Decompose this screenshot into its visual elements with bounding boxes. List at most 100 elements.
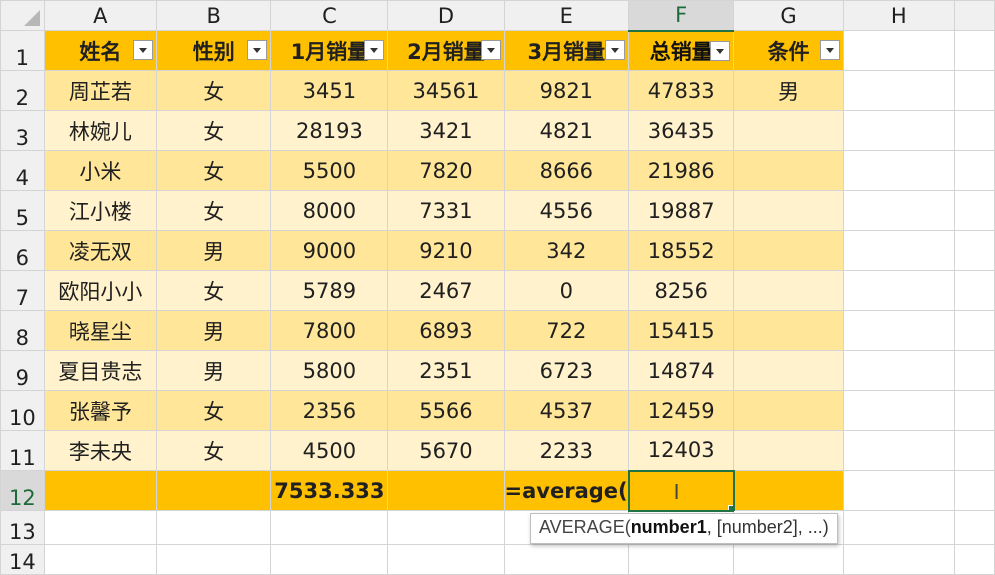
cell-mar[interactable]: 2233 <box>503 430 630 471</box>
cell[interactable] <box>43 510 158 545</box>
cell-condition[interactable] <box>733 390 844 431</box>
cell-total[interactable]: 47833 <box>628 70 735 111</box>
cell-jan[interactable]: 4500 <box>270 430 389 471</box>
column-header-a[interactable]: A <box>43 0 158 31</box>
cell-gender[interactable]: 女 <box>156 270 272 311</box>
cell-name[interactable]: 凌无双 <box>43 230 158 271</box>
cell-gender[interactable]: 女 <box>156 430 272 471</box>
cell-total[interactable]: 12459 <box>628 390 735 431</box>
column-header-d[interactable]: D <box>387 0 505 31</box>
cell-condition[interactable] <box>733 110 844 151</box>
row-header-1[interactable]: 1 <box>0 30 45 71</box>
cell[interactable] <box>842 150 955 191</box>
cell-condition[interactable] <box>733 430 844 471</box>
cell[interactable] <box>842 470 955 511</box>
column-header-h[interactable]: H <box>842 0 955 31</box>
cell-feb[interactable]: 5670 <box>387 430 505 471</box>
row-header-10[interactable]: 10 <box>0 390 45 431</box>
cell-mar[interactable]: 4556 <box>503 190 630 231</box>
cell[interactable] <box>953 230 995 271</box>
cell-feb[interactable]: 6893 <box>387 310 505 351</box>
row-header-5[interactable]: 5 <box>0 190 45 231</box>
row-header-3[interactable]: 3 <box>0 110 45 151</box>
cell[interactable] <box>953 510 995 545</box>
cell-gender[interactable]: 女 <box>156 190 272 231</box>
totals-cell-b[interactable] <box>156 470 272 511</box>
column-header-c[interactable]: C <box>270 0 389 31</box>
cell[interactable] <box>953 544 995 575</box>
cell-name[interactable]: 晓星尘 <box>43 310 158 351</box>
cell-feb[interactable]: 34561 <box>387 70 505 111</box>
cell[interactable] <box>43 544 158 575</box>
cell-feb[interactable]: 5566 <box>387 390 505 431</box>
filter-dropdown-icon[interactable] <box>710 40 731 61</box>
tooltip-remaining-args[interactable]: , [number2], ...) <box>707 517 829 537</box>
cell-name[interactable]: 李未央 <box>43 430 158 471</box>
cell[interactable] <box>842 510 955 545</box>
cell-gender[interactable]: 男 <box>156 350 272 391</box>
cell-gender[interactable]: 女 <box>156 110 272 151</box>
cell-mar[interactable]: 9821 <box>503 70 630 111</box>
column-header-g[interactable]: G <box>733 0 844 31</box>
header-cell-name[interactable]: 姓名 <box>43 30 158 71</box>
cell-gender[interactable]: 女 <box>156 70 272 111</box>
cell[interactable] <box>953 30 995 71</box>
active-cell-f12[interactable]: I <box>627 469 735 512</box>
row-header-11[interactable]: 11 <box>0 430 45 471</box>
cell-gender[interactable]: 女 <box>156 150 272 191</box>
cell[interactable] <box>842 430 955 471</box>
cell-condition[interactable] <box>733 310 844 351</box>
cell-feb[interactable]: 7820 <box>387 150 505 191</box>
cell-name[interactable]: 张馨予 <box>43 390 158 431</box>
cell-total[interactable]: 14874 <box>628 350 735 391</box>
cell[interactable] <box>842 544 955 575</box>
cell[interactable] <box>842 310 955 351</box>
cell[interactable] <box>156 544 272 575</box>
cell-condition[interactable]: 男 <box>733 70 844 111</box>
cell-feb[interactable]: 2351 <box>387 350 505 391</box>
cell-feb[interactable]: 3421 <box>387 110 505 151</box>
cell-total[interactable]: 8256 <box>628 270 735 311</box>
cell-total[interactable]: 19887 <box>628 190 735 231</box>
average-result-cell[interactable]: 7533.333 <box>270 470 389 511</box>
cell-gender[interactable]: 男 <box>156 310 272 351</box>
cell[interactable] <box>953 350 995 391</box>
cell-total[interactable]: 21986 <box>628 150 735 191</box>
cell[interactable] <box>953 150 995 191</box>
row-header-7[interactable]: 7 <box>0 270 45 311</box>
totals-cell-a[interactable] <box>43 470 158 511</box>
cell-mar[interactable]: 4821 <box>503 110 630 151</box>
cell-name[interactable]: 周芷若 <box>43 70 158 111</box>
row-header-6[interactable]: 6 <box>0 230 45 271</box>
row-header-9[interactable]: 9 <box>0 350 45 391</box>
cell-condition[interactable] <box>733 350 844 391</box>
cell[interactable] <box>953 470 995 511</box>
cell[interactable] <box>953 70 995 111</box>
column-header-f[interactable]: F <box>628 0 735 32</box>
cell[interactable] <box>387 510 505 545</box>
cell[interactable] <box>733 544 844 575</box>
filter-dropdown-icon[interactable] <box>364 40 385 60</box>
cell[interactable] <box>842 390 955 431</box>
cell[interactable] <box>387 544 505 575</box>
tooltip-current-arg[interactable]: number1 <box>631 517 707 537</box>
cell-mar[interactable]: 0 <box>503 270 630 311</box>
cell-condition[interactable] <box>733 270 844 311</box>
cell-jan[interactable]: 7800 <box>270 310 389 351</box>
cell-gender[interactable]: 女 <box>156 390 272 431</box>
cell[interactable] <box>842 190 955 231</box>
column-header-b[interactable]: B <box>156 0 272 31</box>
cell[interactable] <box>842 230 955 271</box>
cell-jan[interactable]: 8000 <box>270 190 389 231</box>
row-header-12[interactable]: 12 <box>0 470 45 511</box>
header-cell-mar[interactable]: 3月销量 <box>503 30 630 71</box>
cell-jan[interactable]: 5789 <box>270 270 389 311</box>
cell-feb[interactable]: 9210 <box>387 230 505 271</box>
cell[interactable] <box>953 190 995 231</box>
cell-jan[interactable]: 28193 <box>270 110 389 151</box>
cell-jan[interactable]: 5800 <box>270 350 389 391</box>
cell[interactable] <box>270 510 389 545</box>
cell-jan[interactable]: 3451 <box>270 70 389 111</box>
filter-dropdown-icon[interactable] <box>819 40 840 60</box>
cell[interactable] <box>628 544 735 575</box>
